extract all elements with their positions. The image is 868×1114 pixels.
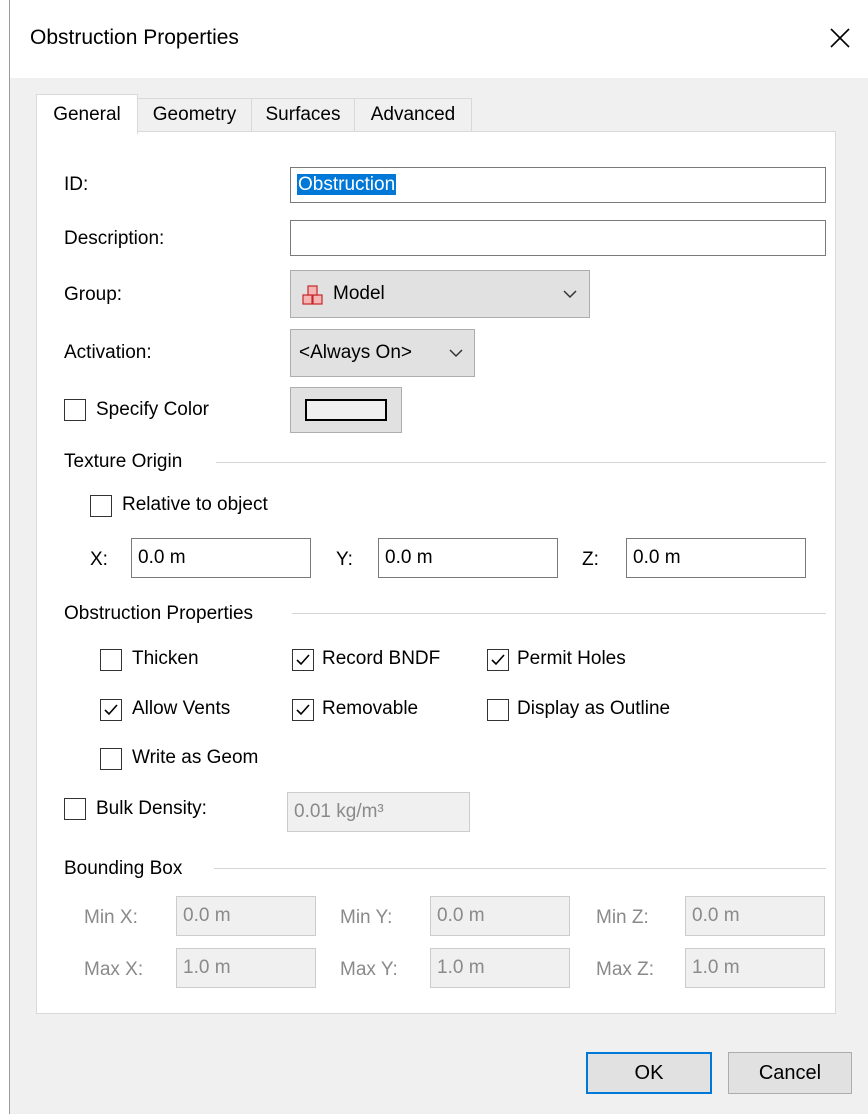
title-bar: Obstruction Properties: [10, 0, 868, 78]
tab-geometry[interactable]: Geometry: [137, 98, 252, 132]
texture-origin-heading: Texture Origin: [64, 451, 183, 472]
removable-label: Removable: [322, 698, 419, 719]
bulk-density-value: 0.01 kg/m³: [294, 801, 384, 822]
record-bndf-checkbox[interactable]: [292, 649, 314, 671]
color-picker-button[interactable]: [290, 387, 402, 433]
group-value: Model: [333, 283, 385, 304]
permit-holes-checkbox[interactable]: [487, 649, 509, 671]
close-icon: [830, 28, 850, 48]
relative-to-object-label: Relative to object: [122, 494, 268, 515]
texture-x-input[interactable]: 0.0 m: [131, 538, 311, 578]
tab-bar: General Geometry Surfaces Advanced: [36, 94, 836, 134]
chevron-down-icon: [563, 290, 577, 299]
chevron-down-icon: [449, 349, 463, 358]
record-bndf-label: Record BNDF: [322, 648, 441, 669]
min-z-label: Min Z:: [596, 907, 649, 928]
texture-y-value: 0.0 m: [385, 547, 433, 568]
min-x-input[interactable]: 0.0 m: [176, 896, 316, 936]
cancel-label: Cancel: [758, 1062, 822, 1084]
obstruction-properties-heading: Obstruction Properties: [64, 603, 254, 624]
checkmark-icon: [104, 704, 118, 716]
description-label: Description:: [64, 228, 165, 249]
thicken-label: Thicken: [132, 648, 199, 669]
relative-to-object-checkbox[interactable]: [90, 495, 112, 517]
tab-advanced[interactable]: Advanced: [354, 98, 472, 132]
bulk-density-checkbox[interactable]: [64, 798, 86, 820]
max-y-value: 1.0 m: [437, 957, 485, 978]
min-z-value: 0.0 m: [692, 905, 740, 926]
texture-z-input[interactable]: 0.0 m: [626, 538, 806, 578]
texture-y-label: Y:: [336, 549, 353, 570]
min-x-label: Min X:: [84, 907, 138, 928]
bounding-box-heading: Bounding Box: [64, 858, 183, 879]
tab-advanced-label: Advanced: [370, 104, 456, 125]
write-as-geom-checkbox[interactable]: [100, 748, 122, 770]
id-input[interactable]: Obstruction: [290, 167, 826, 203]
max-z-input[interactable]: 1.0 m: [685, 948, 825, 988]
group-label: Group:: [64, 284, 123, 305]
texture-z-label: Z:: [582, 549, 599, 570]
obstruction-properties-divider: [292, 613, 826, 614]
removable-checkbox[interactable]: [292, 699, 314, 721]
texture-origin-divider: [216, 462, 826, 463]
model-blocks-icon: [302, 285, 323, 305]
ok-label: OK: [634, 1062, 664, 1084]
specify-color-label: Specify Color: [96, 399, 209, 420]
tab-surfaces-label: Surfaces: [265, 104, 341, 125]
specify-color-checkbox[interactable]: [64, 399, 86, 421]
activation-value: <Always On>: [299, 342, 412, 363]
close-button[interactable]: [816, 14, 864, 62]
texture-x-label: X:: [90, 549, 108, 570]
ok-button[interactable]: OK: [586, 1052, 712, 1094]
write-as-geom-label: Write as Geom: [132, 747, 259, 768]
texture-x-value: 0.0 m: [138, 547, 186, 568]
max-x-input[interactable]: 1.0 m: [176, 948, 316, 988]
permit-holes-label: Permit Holes: [517, 648, 626, 669]
color-swatch: [305, 399, 387, 421]
display-as-outline-label: Display as Outline: [517, 698, 671, 719]
allow-vents-checkbox[interactable]: [100, 699, 122, 721]
tab-general[interactable]: General: [36, 94, 138, 134]
allow-vents-label: Allow Vents: [132, 698, 231, 719]
activation-label: Activation:: [64, 342, 152, 363]
window-left-edge: [0, 0, 10, 1114]
window-title: Obstruction Properties: [30, 26, 239, 49]
max-x-label: Max X:: [84, 959, 144, 980]
texture-z-value: 0.0 m: [633, 547, 681, 568]
cancel-button[interactable]: Cancel: [728, 1052, 852, 1094]
texture-y-input[interactable]: 0.0 m: [378, 538, 558, 578]
min-x-value: 0.0 m: [183, 905, 231, 926]
description-input[interactable]: [290, 220, 826, 256]
bulk-density-input[interactable]: 0.01 kg/m³: [287, 792, 470, 832]
max-y-label: Max Y:: [340, 959, 398, 980]
thicken-checkbox[interactable]: [100, 649, 122, 671]
checkmark-icon: [296, 654, 310, 666]
max-z-label: Max Z:: [596, 959, 655, 980]
display-as-outline-checkbox[interactable]: [487, 699, 509, 721]
bulk-density-label: Bulk Density:: [96, 798, 207, 819]
activation-select[interactable]: <Always On>: [290, 329, 475, 377]
min-y-input[interactable]: 0.0 m: [430, 896, 570, 936]
max-x-value: 1.0 m: [183, 957, 231, 978]
id-label: ID:: [64, 174, 89, 195]
tab-general-label: General: [53, 104, 121, 125]
min-y-value: 0.0 m: [437, 905, 485, 926]
tab-geometry-label: Geometry: [152, 104, 237, 125]
max-y-input[interactable]: 1.0 m: [430, 948, 570, 988]
min-y-label: Min Y:: [340, 907, 393, 928]
min-z-input[interactable]: 0.0 m: [685, 896, 825, 936]
max-z-value: 1.0 m: [692, 957, 740, 978]
checkmark-icon: [491, 654, 505, 666]
bounding-box-divider: [214, 868, 826, 869]
checkmark-icon: [296, 704, 310, 716]
group-select[interactable]: Model: [290, 270, 590, 318]
id-value: Obstruction: [297, 174, 397, 195]
tab-surfaces[interactable]: Surfaces: [251, 98, 355, 132]
